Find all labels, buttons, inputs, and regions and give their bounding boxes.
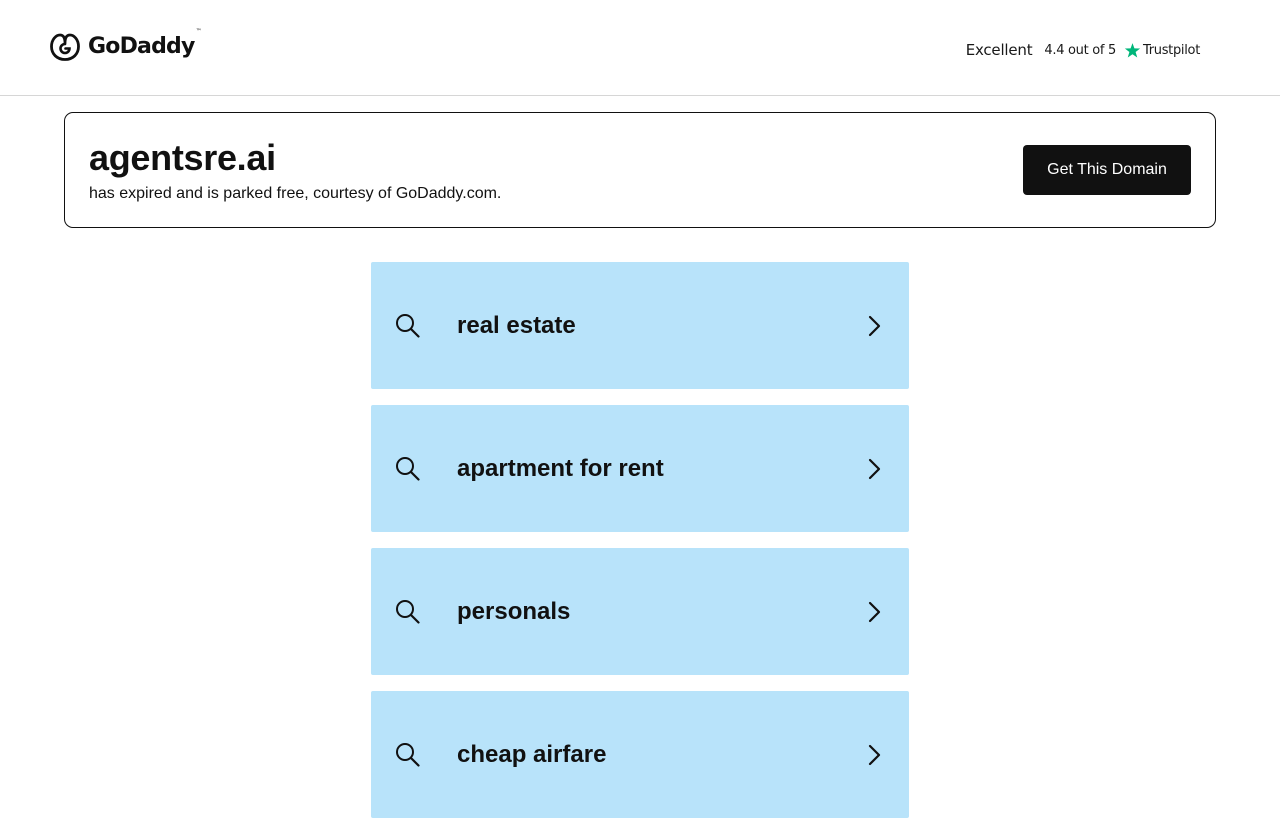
domain-status-text: has expired and is parked free, courtesy… (89, 185, 502, 202)
godaddy-logo[interactable]: GoDaddy ™ (48, 29, 202, 63)
chevron-right-icon (868, 458, 881, 479)
search-result-cheap-airfare[interactable]: cheap airfare (371, 691, 909, 818)
search-result-apartment-for-rent[interactable]: apartment for rent (371, 405, 909, 532)
search-icon (396, 313, 420, 338)
star-icon (1124, 42, 1141, 58)
trustpilot-brand: Trustpilot (1142, 42, 1200, 58)
related-searches-list: real estate apartment for rent personals… (371, 262, 909, 834)
site-header: GoDaddy ™ Excellent 4.4 out of 5 Trustpi… (0, 0, 1280, 96)
search-icon (396, 742, 420, 767)
trustpilot-score: 4.4 out of 5 (1044, 42, 1116, 58)
trustpilot-widget[interactable]: Excellent 4.4 out of 5 Trustpilot (965, 37, 1201, 63)
search-result-label: apartment for rent (457, 454, 664, 482)
search-icon (396, 456, 420, 481)
search-result-label: personals (457, 597, 571, 625)
chevron-right-icon (868, 601, 881, 622)
domain-name: agentsre.ai (89, 137, 276, 178)
search-result-label: real estate (457, 311, 576, 339)
chevron-right-icon (868, 315, 881, 336)
godaddy-logo-icon (50, 33, 80, 61)
domain-banner: agentsre.ai has expired and is parked fr… (64, 112, 1216, 228)
search-icon (396, 599, 420, 624)
search-result-label: cheap airfare (457, 740, 607, 768)
trustpilot-rating-label: Excellent (965, 41, 1033, 59)
search-result-real-estate[interactable]: real estate (371, 262, 909, 389)
chevron-right-icon (868, 744, 881, 765)
trademark-mark: ™ (195, 28, 202, 35)
search-result-personals[interactable]: personals (371, 548, 909, 675)
logo-wordmark: GoDaddy (88, 34, 195, 59)
get-this-domain-button[interactable]: Get This Domain (1023, 145, 1191, 195)
